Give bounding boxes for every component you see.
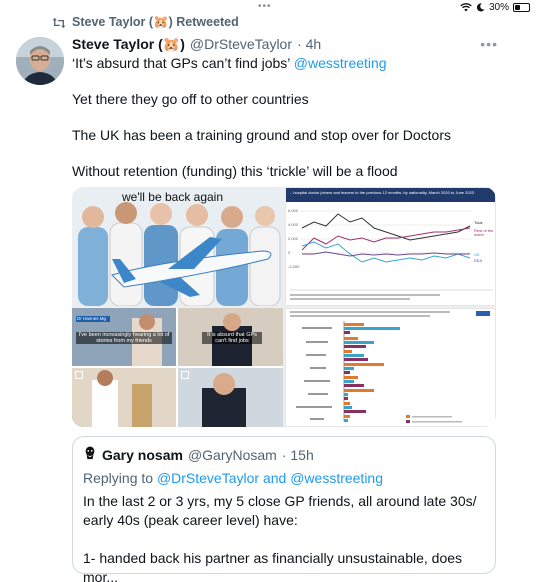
replying-prefix: Replying to — [83, 470, 157, 486]
tweet-line-1-text: ‘It’s absurd that GPs can’t find jobs’ — [72, 55, 294, 71]
more-options-icon[interactable]: ••• — [480, 36, 498, 52]
svg-text:EEA: EEA — [474, 258, 482, 263]
media-image-bar-chart[interactable] — [285, 308, 496, 427]
status-bar: ••• 30% — [0, 0, 536, 16]
subtitle-right: It is absurd that GPs can't find jobs — [202, 332, 262, 344]
tweet-line-1: ‘It’s absurd that GPs can’t find jobs’ @… — [72, 54, 512, 72]
tweet-header: Steve Taylor (🐹) @DrSteveTaylor · 4h — [72, 36, 496, 53]
status-icons: 30% — [460, 2, 530, 13]
bar-chart-graphic — [290, 311, 490, 423]
svg-text:6,000: 6,000 — [288, 208, 299, 213]
quote-paragraph-1: In the last 2 or 3 yrs, my 5 close GP fr… — [83, 493, 477, 528]
media-image-video-stills[interactable]: Dr Hannes Mg I've been increasingly hear… — [72, 308, 283, 427]
wifi-icon — [460, 3, 472, 12]
retweet-icon — [52, 17, 66, 28]
quote-header: Gary nosam @GaryNosam · 15h — [83, 446, 314, 463]
author-name[interactable]: Steve Taylor (🐹) — [72, 36, 185, 53]
subtitle-left: I've been increasingly hearing a lot of … — [76, 332, 172, 344]
battery-icon — [513, 3, 530, 12]
media-image-line-chart[interactable]: ...hospital doctor joiners and leavers t… — [285, 187, 496, 306]
video-stills-graphic — [72, 308, 283, 427]
quote-author-handle[interactable]: @GaryNosam — [188, 447, 277, 463]
doctors-airplane-illustration — [72, 187, 283, 306]
author-handle[interactable]: @DrSteveTaylor — [190, 36, 292, 52]
quote-author-name[interactable]: Gary nosam — [102, 447, 183, 463]
mention-link[interactable]: @wesstreeting — [294, 55, 387, 71]
tweet-line-3: The UK has been a training ground and st… — [72, 127, 451, 143]
replying-to: Replying to @DrSteveTaylor and @wesstree… — [83, 470, 383, 486]
avatar[interactable] — [16, 37, 64, 85]
avatar-photo — [16, 37, 64, 85]
svg-text:2,000: 2,000 — [288, 236, 299, 241]
line-chart-graphic: ...hospital doctor joiners and leavers t… — [286, 188, 495, 300]
media-image-doctors-airplane[interactable]: we'll be back again — [72, 187, 283, 306]
tweet-line-4: Without retention (funding) this ‘trickl… — [72, 163, 398, 179]
tweet-time[interactable]: · 4h — [297, 36, 321, 52]
svg-text:4,000: 4,000 — [288, 222, 299, 227]
battery-percent: 30% — [488, 2, 509, 13]
photo-icon — [75, 371, 83, 379]
multitasking-dots-icon[interactable]: ••• — [258, 1, 272, 12]
quote-avatar-icon[interactable] — [83, 446, 97, 460]
quoted-tweet[interactable]: Gary nosam @GaryNosam · 15h Replying to … — [72, 436, 496, 582]
tweet-line-2: Yet there they go off to other countries — [72, 91, 309, 107]
moon-icon — [476, 3, 485, 12]
svg-text:world: world — [474, 232, 484, 237]
image-caption: we'll be back again — [122, 190, 224, 204]
tweet-text: ‘It’s absurd that GPs can’t find jobs’ @… — [72, 54, 512, 198]
retweet-indicator[interactable]: Steve Taylor (🐹) Retweeted — [52, 15, 239, 30]
quote-time[interactable]: · 15h — [282, 447, 314, 463]
quote-paragraph-2: 1- handed back his partner as financiall… — [83, 550, 466, 582]
media-grid: we'll be back again ...hospital doctor j… — [72, 187, 496, 427]
svg-text:UK: UK — [474, 252, 480, 257]
svg-text:0: 0 — [288, 250, 291, 255]
svg-text:-2,000: -2,000 — [288, 264, 300, 269]
retweet-label: Steve Taylor (🐹) Retweeted — [72, 15, 239, 29]
quote-text: In the last 2 or 3 yrs, my 5 close GP fr… — [83, 492, 488, 582]
photo-icon — [181, 371, 189, 379]
svg-text:Total: Total — [474, 220, 483, 225]
replying-to-mentions[interactable]: @DrSteveTaylor and @wesstreeting — [157, 470, 383, 486]
chart-title: ...hospital doctor joiners and leavers t… — [290, 190, 475, 195]
name-tag: Dr Hannes Mg — [77, 316, 107, 321]
